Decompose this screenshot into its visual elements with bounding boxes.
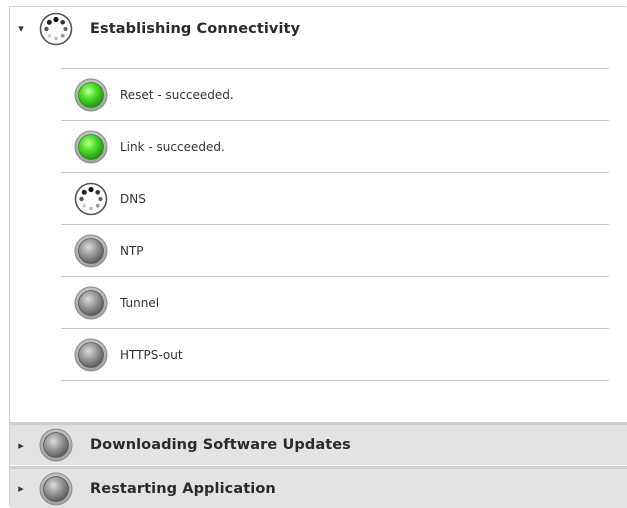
step-row-ntp: NTP — [61, 225, 609, 277]
step-row-tunnel: Tunnel — [61, 277, 609, 329]
step-row-link: Link - succeeded. — [61, 121, 609, 173]
step-label: Tunnel — [120, 295, 160, 310]
section-header-restarting-application[interactable]: Restarting Application — [10, 466, 627, 508]
gray-status-light-icon — [39, 428, 73, 462]
caret-right-icon[interactable] — [11, 439, 31, 452]
section-title: Restarting Application — [90, 480, 276, 497]
gray-status-light-icon — [74, 286, 108, 319]
section-title: Establishing Connectivity — [90, 20, 301, 37]
section-title: Downloading Software Updates — [90, 437, 351, 453]
caret-right-icon[interactable] — [11, 482, 31, 495]
green-status-light-icon — [74, 130, 108, 163]
gray-status-light-icon — [39, 472, 73, 505]
step-label: Reset - succeeded. — [120, 87, 234, 102]
setup-progress-panel: Establishing Connectivity Reset - succee… — [9, 6, 627, 508]
step-row-reset: Reset - succeeded. — [61, 69, 609, 121]
spinner-icon — [74, 182, 108, 215]
section-header-establishing-connectivity[interactable]: Establishing Connectivity — [10, 7, 627, 50]
step-label: Link - succeeded. — [120, 139, 225, 154]
gray-status-light-icon — [74, 338, 108, 371]
spinner-icon — [39, 12, 73, 45]
gray-status-light-icon — [74, 234, 108, 267]
connectivity-steps-list: Reset - succeeded. Link - succeeded. DNS — [61, 68, 609, 381]
step-label: NTP — [120, 243, 144, 258]
step-row-dns: DNS — [61, 173, 609, 225]
step-row-https-out: HTTPS-out — [61, 329, 609, 381]
step-label: HTTPS-out — [120, 347, 183, 362]
green-status-light-icon — [74, 78, 108, 111]
step-label: DNS — [120, 191, 146, 206]
caret-down-icon[interactable] — [11, 22, 31, 35]
section-header-downloading-software-updates[interactable]: Downloading Software Updates — [10, 422, 627, 465]
